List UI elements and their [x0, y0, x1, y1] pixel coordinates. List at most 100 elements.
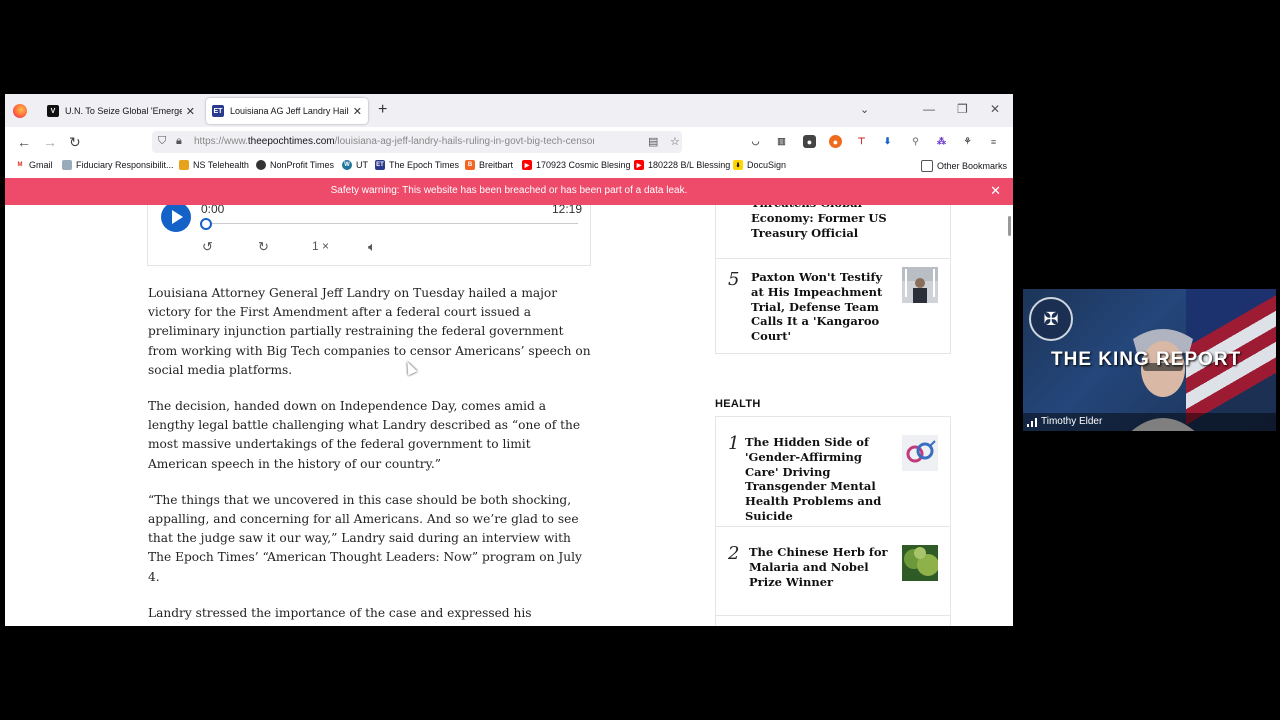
youtube-icon: ▶	[522, 160, 532, 170]
firefox-icon[interactable]	[13, 104, 27, 118]
epoch-times-icon: ET	[375, 160, 385, 170]
wordpress-icon: W	[342, 160, 352, 170]
participant-name: Timothy Elder	[1023, 413, 1276, 431]
list-item-title[interactable]: The Chinese Herb for Malaria and Nobel P…	[749, 545, 897, 589]
address-bar[interactable]: ⛉ 🔒︎ https://www.theepochtimes.com/louis…	[152, 131, 682, 153]
list-item[interactable]: 2 The Chinese Herb for Malaria and Nobel…	[716, 527, 950, 616]
article-paragraph: The decision, handed down on Independenc…	[148, 399, 581, 471]
duration: 12:19	[552, 205, 583, 216]
bookmark-docusign[interactable]: ⬇ DocuSign	[733, 160, 786, 170]
chevron-down-icon[interactable]: ⌄	[860, 103, 869, 116]
translate-icon[interactable]: ⁂	[935, 135, 948, 148]
bookmark-label: DocuSign	[747, 160, 787, 170]
list-item[interactable]: Threatens Global Economy: Former US Trea…	[716, 205, 950, 259]
download-icon[interactable]: ⬇	[881, 135, 894, 148]
bookmark-nonprofit-times[interactable]: NonProfit Times	[256, 160, 334, 170]
webcam-title: THE KING REPORT	[1051, 349, 1242, 370]
current-time: 0:00	[201, 205, 225, 216]
bookmark-gmail[interactable]: M Gmail	[15, 160, 53, 170]
webcam-overlay: ✠ THE KING REPORT Timothy Elder	[1023, 289, 1276, 431]
close-window-icon[interactable]: ✕	[990, 102, 1000, 116]
back-icon[interactable]: ←	[17, 134, 31, 150]
menu-icon[interactable]: ≡	[987, 135, 1000, 148]
safety-warning-banner: Safety warning: This website has been br…	[5, 178, 1013, 212]
speed-button[interactable]: 1 ×	[312, 239, 329, 253]
audio-player: 0:00 12:19 ↺ ↻ 1 × 🔈︎	[147, 205, 591, 266]
sidebar-icon[interactable]: ▥	[775, 135, 788, 148]
volume-icon[interactable]: 🔈︎	[368, 239, 376, 255]
puzzle-icon[interactable]: ⚘	[961, 135, 974, 148]
youtube-icon: ▶	[634, 160, 644, 170]
bookmark-epoch-times[interactable]: ET The Epoch Times	[375, 160, 459, 170]
extension-icon[interactable]: ●	[829, 135, 842, 148]
play-button[interactable]	[161, 205, 191, 232]
bookmark-label: The Epoch Times	[389, 160, 460, 170]
list-item-title[interactable]: Threatens Global Economy: Former US Trea…	[751, 205, 901, 240]
tab-un-seize[interactable]: V U.N. To Seize Global 'Emergenc ✕	[41, 98, 201, 124]
progress-knob[interactable]	[200, 218, 212, 230]
lock-icon[interactable]: 🔒︎	[176, 135, 182, 148]
rewind-10-icon[interactable]: ↺	[202, 239, 213, 255]
bookmarks-bar: M Gmail Fiduciary Responsibilit... NS Tel…	[5, 157, 1013, 177]
scrollbar[interactable]	[1008, 216, 1011, 236]
article-paragraph: Landry stressed the importance of the ca…	[148, 605, 574, 626]
favicon-icon: V	[47, 105, 59, 117]
bookmark-label: NS Telehealth	[193, 160, 249, 170]
nav-bar: ← → ↻ ⛉ 🔒︎ https://www.theepochtimes.com…	[5, 127, 1013, 157]
breitbart-icon: B	[465, 160, 475, 170]
bookmark-ns-telehealth[interactable]: NS Telehealth	[179, 160, 249, 170]
signal-icon	[1027, 418, 1037, 427]
docusign-icon: ⬇	[733, 160, 743, 170]
close-icon[interactable]: ✕	[990, 183, 1001, 199]
close-icon[interactable]: ✕	[353, 105, 362, 118]
extension-icon[interactable]: ●	[803, 135, 816, 148]
section-heading: HEALTH	[715, 398, 761, 410]
bookmark-label: Fiduciary Responsibilit...	[76, 160, 174, 170]
warning-text: Safety warning: This website has been br…	[330, 185, 688, 196]
article-paragraph: “The things that we uncovered in this ca…	[148, 492, 582, 584]
bookmark-cosmic-blesing[interactable]: ▶ 170923 Cosmic Blesing	[522, 160, 631, 170]
list-item-title[interactable]: Paxton Won't Testify at His Impeachment …	[751, 270, 896, 344]
bookmark-label: Other Bookmarks	[937, 161, 1008, 171]
bookmark-icon	[179, 160, 189, 170]
bookmark-breitbart[interactable]: B Breitbart	[465, 160, 513, 170]
new-tab-icon[interactable]: +	[378, 101, 387, 119]
news-thumbnail[interactable]	[902, 267, 938, 303]
rank-number: 1	[728, 433, 740, 454]
list-item[interactable]: 5 Paxton Won't Testify at His Impeachmen…	[716, 259, 950, 353]
forward-10-icon[interactable]: ↻	[258, 239, 269, 255]
other-bookmarks[interactable]: Other Bookmarks	[921, 160, 1007, 172]
reload-icon[interactable]: ↻	[69, 134, 81, 151]
restore-icon[interactable]: ❐	[957, 102, 968, 116]
bookmark-label: Breitbart	[479, 160, 514, 170]
tab-title: Louisiana AG Jeff Landry Hails R	[230, 106, 349, 116]
shield-icon[interactable]: ⛉	[158, 135, 166, 148]
bookmark-fiduciary[interactable]: Fiduciary Responsibilit...	[62, 160, 174, 170]
bookmark-label: Gmail	[29, 160, 53, 170]
news-thumbnail[interactable]	[902, 545, 938, 581]
extension-icon[interactable]: ⊤	[855, 135, 868, 148]
reader-view-icon[interactable]: ▤	[648, 135, 658, 148]
emblem-icon: ✠	[1029, 297, 1073, 341]
bookmark-label: 170923 Cosmic Blesing	[536, 160, 631, 170]
tab-bar: V U.N. To Seize Global 'Emergenc ✕ ET Lo…	[5, 94, 1013, 127]
tab-louisiana[interactable]: ET Louisiana AG Jeff Landry Hails R ✕	[206, 98, 368, 124]
pocket-icon[interactable]: ◡	[749, 135, 762, 148]
forward-icon[interactable]: →	[43, 134, 57, 150]
page-content: 0:00 12:19 ↺ ↻ 1 × 🔈︎ Louisiana Attorney…	[5, 205, 1013, 626]
browser-window: V U.N. To Seize Global 'Emergenc ✕ ET Lo…	[5, 94, 1013, 626]
bookmark-ut[interactable]: W UT	[342, 160, 368, 170]
list-item-title[interactable]: The Hidden Side of 'Gender-Affirming Car…	[745, 435, 895, 524]
rank-number: 2	[728, 543, 740, 564]
bookmark-bl-blessing[interactable]: ▶ 180228 B/L Blessing	[634, 160, 730, 170]
bookmark-label: NonProfit Times	[270, 160, 335, 170]
progress-track[interactable]	[204, 223, 578, 224]
list-item[interactable]: 1 The Hidden Side of 'Gender-Affirming C…	[716, 417, 950, 527]
bookmark-icon	[62, 160, 72, 170]
extension-icon[interactable]: ⚲	[909, 135, 922, 148]
trending-card: Threatens Global Economy: Former US Trea…	[715, 205, 951, 354]
star-icon[interactable]: ☆	[670, 135, 680, 148]
minimize-icon[interactable]: —	[923, 102, 935, 116]
close-icon[interactable]: ✕	[186, 105, 195, 118]
news-thumbnail[interactable]	[902, 435, 938, 471]
